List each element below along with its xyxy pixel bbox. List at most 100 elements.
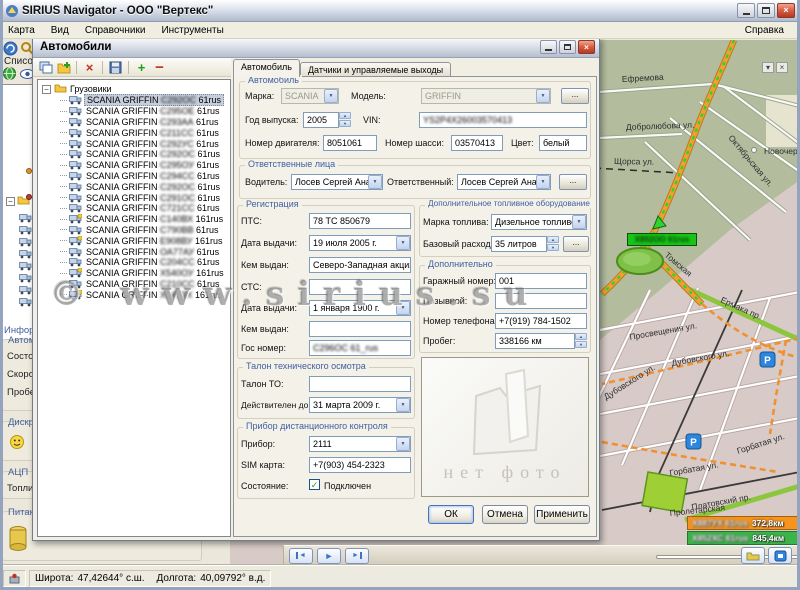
map-mode-button[interactable] xyxy=(768,547,792,564)
talon-input[interactable] xyxy=(309,376,411,392)
tree-item-vehicle[interactable]: SCANIA GRIFFIN С140ВХ 161rus xyxy=(38,214,230,225)
callsign-input[interactable] xyxy=(495,293,587,309)
add-icon[interactable]: + xyxy=(134,60,149,75)
sts-issuer-input[interactable] xyxy=(309,321,411,337)
dialog-titlebar[interactable]: Автомобили × xyxy=(33,37,599,58)
map-collapse-button[interactable]: ▾ xyxy=(762,62,774,73)
parking-icon[interactable]: P xyxy=(760,352,775,367)
vin-input[interactable]: YS2P4X26003570413 xyxy=(419,112,587,128)
tab-sensors[interactable]: Датчики и управляемые выходы xyxy=(300,62,451,77)
dialog-tabs: Автомобиль Датчики и управляемые выходы xyxy=(233,59,451,77)
model-more-button[interactable]: ... xyxy=(561,88,589,104)
phone-input[interactable]: +7(919) 784-1502 xyxy=(495,313,587,329)
fuel-rate-input[interactable]: 35 литров xyxy=(491,236,547,252)
tree-item-vehicle[interactable]: SCANIA GRIFFIN С295ОЕ 61rus xyxy=(38,106,230,117)
dialog-close-button[interactable]: × xyxy=(578,40,595,54)
tree-item-vehicle[interactable]: SCANIA GRIFFIN С211СС 61rus xyxy=(38,127,230,138)
tree-item-vehicle[interactable]: SCANIA GRIFFIN С291ОС 61rus xyxy=(38,192,230,203)
save-icon[interactable] xyxy=(108,60,123,75)
device-select[interactable]: 2111▼ xyxy=(309,436,411,452)
tree-item-vehicle[interactable]: SCANIA GRIFFIN С295ОУ 61rus xyxy=(38,160,230,171)
responsible-select[interactable]: Лосев Сергей Анатоль▼ xyxy=(457,174,551,190)
year-input[interactable]: 2005 xyxy=(303,112,339,128)
sidebar-truck-icon[interactable] xyxy=(19,261,32,273)
connected-checkbox[interactable]: ✓ xyxy=(309,479,320,490)
plate-input[interactable]: С296ОС 61_rus xyxy=(309,340,411,356)
play-button[interactable]: ► xyxy=(317,548,341,564)
tree-item-vehicle[interactable]: SCANIA GRIFFIN С790ВВ 61rus xyxy=(38,225,230,236)
mileage-input[interactable]: 338166 км xyxy=(495,333,575,349)
cancel-button[interactable]: Отмена xyxy=(482,505,528,524)
tree-item-vehicle[interactable]: SCANIA GRIFFIN Х547ЗХ 161rus xyxy=(38,289,230,300)
skip-start-button[interactable]: ◄ xyxy=(289,548,313,564)
delete-icon[interactable]: × xyxy=(82,60,97,75)
menu-directories[interactable]: Справочники xyxy=(77,23,154,38)
sim-input[interactable]: +7(903) 454-2323 xyxy=(309,457,411,473)
garage-input[interactable]: 001 xyxy=(495,273,587,289)
tree-item-vehicle[interactable]: SCANIA GRIFFIN С292УС 61rus xyxy=(38,138,230,149)
map-close-icon[interactable]: × xyxy=(776,62,788,73)
tree-item-vehicle[interactable]: SCANIA GRIFFIN С294СС 61rus xyxy=(38,171,230,182)
card-view-icon[interactable] xyxy=(38,60,53,75)
tree-item-vehicle[interactable]: SCANIA GRIFFIN Х540ОУ 161rus xyxy=(38,268,230,279)
sts-input[interactable] xyxy=(309,279,411,295)
group-registration-title: Регистрация xyxy=(243,199,302,209)
sidebar-truck-icon[interactable] xyxy=(19,237,32,249)
persons-more-button[interactable]: ... xyxy=(559,174,587,190)
menu-map[interactable]: Карта xyxy=(0,23,43,38)
fuel-rate-spinner[interactable]: ▲▼ xyxy=(547,236,559,251)
expander-icon[interactable]: − xyxy=(42,85,51,94)
window-titlebar[interactable]: SIRIUS Navigator - ООО "Вертекс" × xyxy=(0,0,800,22)
tree-item-vehicle[interactable]: SCANIA GRIFFIN С210СС 61rus xyxy=(38,279,230,290)
tree-root-row[interactable]: − Грузовики xyxy=(38,83,230,95)
tree-item-vehicle[interactable]: SCANIA GRIFFIN С204СС 61rus xyxy=(38,257,230,268)
year-spinner[interactable]: ▲▼ xyxy=(339,112,351,127)
tree-item-vehicle[interactable]: SCANIA GRIFFIN ОА77АУ 61rus xyxy=(38,246,230,257)
badge-distance: 372,8км xyxy=(752,518,784,528)
tree-item-vehicle[interactable]: SCANIA GRIFFIN С292ОС 61rus xyxy=(38,149,230,160)
tree-item-vehicle[interactable]: SCANIA GRIFFIN С293АА 61rus xyxy=(38,117,230,128)
valid-until-select[interactable]: 31 марта 2009 г.▼ xyxy=(309,397,411,413)
tree-item-vehicle[interactable]: SCANIA GRIFFIN Е908ВУ 161rus xyxy=(38,235,230,246)
minimize-button[interactable] xyxy=(737,3,755,18)
pts-issuer-input[interactable]: Северо-Западная акцизная т xyxy=(309,257,411,273)
track-folder-button[interactable] xyxy=(741,547,765,564)
parking-icon[interactable]: P xyxy=(686,434,701,449)
sidebar-truck-icon[interactable] xyxy=(19,249,32,261)
tab-vehicle[interactable]: Автомобиль xyxy=(233,59,300,77)
apply-button[interactable]: Применить xyxy=(534,505,590,524)
tree-item-vehicle[interactable]: SCANIA GRIFFIN С292ОС 61rus xyxy=(38,95,230,106)
dialog-maximize-button[interactable] xyxy=(559,40,576,54)
driver-select[interactable]: Лосев Сергей Анатоль▼ xyxy=(291,174,383,190)
globe-icon[interactable] xyxy=(3,67,16,83)
sidebar-truck-icon[interactable] xyxy=(19,285,32,297)
vehicle-map-label[interactable]: Х892ОО 61rus xyxy=(627,233,697,246)
close-button[interactable]: × xyxy=(777,3,795,18)
fuel-more-button[interactable]: ... xyxy=(563,236,589,252)
skip-end-button[interactable]: ► xyxy=(345,548,369,564)
pts-date-select[interactable]: 19 июля 2005 г.▼ xyxy=(309,235,411,251)
vehicle-tree[interactable]: − Грузовики SCANIA GRIFFIN С292ОС 61rusS… xyxy=(37,79,231,537)
fuel-type-select[interactable]: Дизельное топливо▼ xyxy=(491,214,587,230)
mileage-spinner[interactable]: ▲▼ xyxy=(575,333,587,348)
color-input[interactable]: белый xyxy=(539,135,587,151)
menu-view[interactable]: Вид xyxy=(43,23,77,38)
maximize-button[interactable] xyxy=(757,3,775,18)
remove-icon[interactable]: − xyxy=(152,60,167,75)
ok-button[interactable]: ОК xyxy=(428,505,474,524)
chassis-input[interactable]: 03570413 xyxy=(451,135,503,151)
expander-icon[interactable]: − xyxy=(6,197,15,206)
pts-input[interactable]: 78 ТС 850679 xyxy=(309,213,411,229)
menu-tools[interactable]: Инструменты xyxy=(153,23,231,38)
add-vehicle-icon[interactable] xyxy=(56,60,71,75)
sidebar-truck-icon[interactable] xyxy=(19,213,32,225)
tree-item-vehicle[interactable]: SCANIA GRIFFIN С721СС 61rus xyxy=(38,203,230,214)
sidebar-truck-icon[interactable] xyxy=(19,297,32,309)
tree-item-vehicle[interactable]: SCANIA GRIFFIN С292ОС 61rus xyxy=(38,181,230,192)
sts-date-select[interactable]: 1 января 1900 г.▼ xyxy=(309,300,411,316)
engine-input[interactable]: 8051061 xyxy=(323,135,377,151)
sidebar-truck-icon[interactable] xyxy=(19,225,32,237)
dialog-minimize-button[interactable] xyxy=(540,40,557,54)
menu-help[interactable]: Справка xyxy=(737,23,792,38)
sidebar-truck-icon[interactable] xyxy=(19,273,32,285)
